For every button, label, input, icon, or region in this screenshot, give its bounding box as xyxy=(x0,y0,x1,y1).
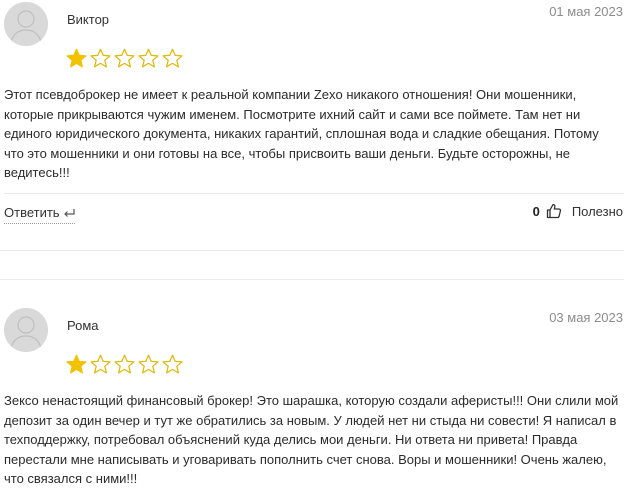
useful-count: 0 xyxy=(532,203,540,219)
review-author: Виктор xyxy=(67,12,110,27)
user-silhouette-icon xyxy=(4,308,48,352)
thumbs-up-icon xyxy=(546,203,561,219)
star-empty-icon xyxy=(162,354,183,374)
reply-arrow-icon xyxy=(63,208,75,217)
reply-label: Ответить xyxy=(4,205,60,220)
star-empty-icon xyxy=(90,354,111,374)
review-author: Рома xyxy=(67,318,99,333)
avatar xyxy=(4,308,48,352)
divider xyxy=(4,193,624,194)
review-date: 03 мая 2023 xyxy=(549,310,623,325)
star-empty-icon xyxy=(114,48,135,68)
review-separator xyxy=(0,279,624,280)
star-filled-icon xyxy=(66,354,87,374)
useful-vote: 0 Полезно xyxy=(533,203,623,219)
user-silhouette-icon xyxy=(4,2,48,46)
star-empty-icon xyxy=(114,354,135,374)
star-empty-icon xyxy=(162,48,183,68)
rating-stars xyxy=(66,354,183,375)
review-text: Зексо ненастоящий финансовый брокер! Это… xyxy=(4,393,619,486)
star-empty-icon xyxy=(138,48,159,68)
review-text: Этот псевдоброкер не имеет к реальной ко… xyxy=(4,87,599,180)
avatar xyxy=(4,2,48,46)
star-empty-icon xyxy=(138,354,159,374)
reply-button[interactable]: Ответить xyxy=(4,205,75,224)
review-date: 01 мая 2023 xyxy=(549,4,623,19)
rating-stars xyxy=(66,48,183,69)
review-separator xyxy=(0,250,624,251)
useful-label: Полезно xyxy=(571,203,623,219)
like-button[interactable]: Полезно xyxy=(546,203,623,219)
star-filled-icon xyxy=(66,48,87,68)
star-empty-icon xyxy=(90,48,111,68)
